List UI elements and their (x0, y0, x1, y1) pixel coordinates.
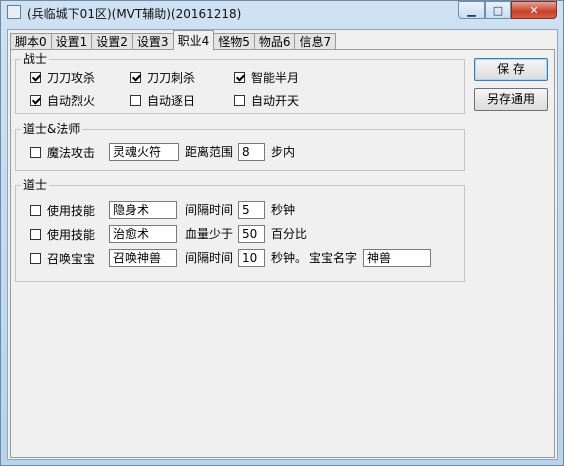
checkbox-label: 使用技能 (47, 227, 96, 242)
warrior-group: 战士 刀刀攻杀 刀刀刺杀 智能半月 自动烈火 自动逐日 自动开天 (15, 52, 465, 114)
checkbox-use-skill-stealth[interactable]: 使用技能 (30, 202, 95, 218)
hp-below-label: 血量少于 (185, 227, 234, 241)
caption-buttons: ▁ □ ✕ (458, 1, 557, 21)
interval-field-stealth[interactable]: 5 (238, 201, 265, 219)
taoist-mage-group: 道士&法师 魔法攻击 灵魂火符 距离范围 8 步内 (15, 122, 465, 171)
seconds-unit: 秒钟 (271, 203, 296, 217)
tab-settings-2[interactable]: 设置2 (91, 33, 133, 50)
checkbox-box[interactable] (234, 71, 245, 83)
tab-strip: 脚本0 设置1 设置2 设置3 职业4 怪物5 物品6 信息7 (10, 30, 337, 50)
tab-class[interactable]: 职业4 (172, 30, 215, 50)
pet-name-label: 宝宝名字 (309, 251, 358, 265)
distance-unit: 步内 (271, 145, 296, 159)
checkbox-auto-fire[interactable]: 自动烈火 (30, 92, 95, 108)
distance-field[interactable]: 8 (238, 143, 265, 161)
checkbox-box[interactable] (30, 204, 41, 216)
taoist-group: 道士 使用技能 隐身术 间隔时间 5 秒钟 使用技能 治愈术 血量少于 50 百… (15, 178, 465, 282)
interval-label: 间隔时间 (185, 203, 234, 217)
checkbox-label: 智能半月 (251, 70, 300, 85)
tab-script[interactable]: 脚本0 (10, 33, 52, 50)
app-window: (兵临城下01区)(MVT辅助)(20161218) ▁ □ ✕ 脚本0 设置1… (0, 0, 564, 466)
percent-unit: 百分比 (271, 227, 308, 241)
checkbox-box[interactable] (30, 146, 41, 158)
save-button[interactable]: 保 存 (474, 58, 548, 81)
checkbox-label: 自动逐日 (147, 93, 196, 108)
window-title: (兵临城下01区)(MVT辅助)(20161218) (27, 7, 242, 21)
checkbox-box[interactable] (30, 228, 41, 240)
skill-field-stealth[interactable]: 隐身术 (109, 201, 177, 219)
skill-field-heal[interactable]: 治愈术 (109, 225, 177, 243)
tab-info[interactable]: 信息7 (294, 33, 337, 50)
checkbox-label: 自动开天 (251, 93, 300, 108)
save-as-default-button[interactable]: 另存通用 (474, 88, 548, 111)
checkbox-box[interactable] (30, 71, 41, 83)
checkbox-label: 刀刀攻杀 (47, 70, 96, 85)
client-area: 脚本0 设置1 设置2 设置3 职业4 怪物5 物品6 信息7 战士 刀刀攻杀 … (7, 29, 558, 460)
checkbox-box[interactable] (130, 71, 141, 83)
tab-settings-1[interactable]: 设置1 (50, 33, 93, 50)
checkbox-auto-open-sky[interactable]: 自动开天 (234, 92, 299, 108)
title-bar[interactable]: (兵临城下01区)(MVT辅助)(20161218) ▁ □ ✕ (1, 1, 563, 25)
minimize-button[interactable]: ▁ (458, 1, 485, 19)
checkbox-box[interactable] (30, 252, 41, 264)
checkbox-label: 使用技能 (47, 203, 96, 218)
warrior-group-title: 战士 (21, 52, 50, 66)
tab-items[interactable]: 物品6 (253, 33, 296, 50)
close-button[interactable]: ✕ (511, 1, 557, 19)
checkbox-attack-kill[interactable]: 刀刀攻杀 (30, 69, 95, 85)
checkbox-label: 魔法攻击 (47, 145, 96, 160)
maximize-button[interactable]: □ (485, 1, 511, 19)
hp-percent-field[interactable]: 50 (238, 225, 265, 243)
summon-seconds-unit: 秒钟。 (271, 251, 308, 265)
class-tab-panel: 战士 刀刀攻杀 刀刀刺杀 智能半月 自动烈火 自动逐日 自动开天 道士&法师 魔… (10, 49, 555, 458)
summon-interval-field[interactable]: 10 (238, 249, 265, 267)
checkbox-box[interactable] (234, 94, 245, 106)
checkbox-box[interactable] (30, 94, 41, 106)
tab-settings-3[interactable]: 设置3 (131, 33, 174, 50)
checkbox-label: 召唤宝宝 (47, 251, 96, 266)
checkbox-label: 刀刀刺杀 (147, 70, 196, 85)
pet-name-field[interactable]: 神兽 (363, 249, 431, 267)
checkbox-auto-chase-sun[interactable]: 自动逐日 (130, 92, 195, 108)
checkbox-box[interactable] (130, 94, 141, 106)
summon-interval-label: 间隔时间 (185, 251, 234, 265)
checkbox-magic-attack[interactable]: 魔法攻击 (30, 144, 95, 160)
checkbox-label: 自动烈火 (47, 93, 96, 108)
checkbox-summon-pet[interactable]: 召唤宝宝 (30, 250, 95, 266)
distance-label: 距离范围 (185, 145, 234, 159)
summon-skill-field[interactable]: 召唤神兽 (109, 249, 177, 267)
magic-skill-field[interactable]: 灵魂火符 (109, 143, 179, 161)
checkbox-use-skill-heal[interactable]: 使用技能 (30, 226, 95, 242)
checkbox-thrust-kill[interactable]: 刀刀刺杀 (130, 69, 195, 85)
taoist-mage-group-title: 道士&法师 (21, 122, 83, 136)
app-icon (7, 5, 21, 19)
taoist-group-title: 道士 (21, 178, 50, 192)
checkbox-smart-halfmoon[interactable]: 智能半月 (234, 69, 299, 85)
tab-monster[interactable]: 怪物5 (213, 33, 255, 50)
